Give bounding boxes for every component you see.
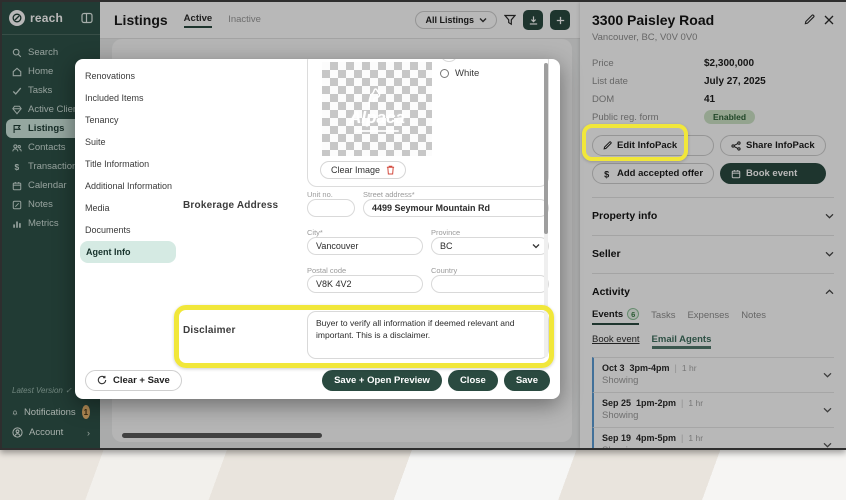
desktop-background: reach Search Home Tasks Active Client [0, 0, 846, 500]
chevron-down-icon [532, 243, 540, 249]
save-button[interactable]: Save [504, 370, 550, 391]
app-window: reach Search Home Tasks Active Client [0, 0, 846, 450]
clear-and-save-button[interactable]: Clear + Save [85, 370, 182, 391]
alpaca-watermark: Alpaca [322, 62, 432, 156]
radio-option-white[interactable]: White [440, 65, 491, 81]
postal-code-input[interactable] [307, 275, 423, 293]
menu-item-media[interactable]: Media [75, 197, 181, 219]
clear-image-button[interactable]: Clear Image [320, 161, 406, 179]
restore-icon [97, 375, 107, 385]
menu-item-agent-info[interactable]: Agent Info [80, 241, 176, 263]
logo-upload-group: Alpaca Transparent [307, 59, 549, 187]
modal-menu: Renovations Included Items Tenancy Suite… [75, 65, 181, 263]
close-button[interactable]: Close [448, 370, 498, 391]
radio-selected-icon [440, 59, 458, 61]
street-address-input[interactable] [363, 199, 549, 217]
highlight-disclaimer [174, 305, 554, 368]
highlight-edit-infopack [582, 124, 688, 161]
radio-option-transparent-clipped[interactable]: Transparent [440, 59, 491, 61]
menu-item-renovations[interactable]: Renovations [75, 65, 181, 87]
logo-preview: Alpaca [322, 62, 432, 156]
unit-no-input[interactable] [307, 199, 355, 217]
menu-item-suite[interactable]: Suite [75, 131, 181, 153]
alpaca-icon [364, 86, 390, 108]
logo-background-radios: Transparent White [440, 59, 491, 81]
save-open-preview-button[interactable]: Save + Open Preview [322, 370, 442, 391]
menu-item-additional-information[interactable]: Additional Information [75, 175, 181, 197]
menu-item-tenancy[interactable]: Tenancy [75, 109, 181, 131]
trash-icon [386, 165, 395, 175]
radio-unselected-icon [440, 69, 449, 78]
menu-item-title-information[interactable]: Title Information [75, 153, 181, 175]
brokerage-address-label: Brokerage Address [183, 200, 278, 211]
menu-item-documents[interactable]: Documents [75, 219, 181, 241]
city-input[interactable] [307, 237, 423, 255]
country-input[interactable] [431, 275, 549, 293]
menu-item-included-items[interactable]: Included Items [75, 87, 181, 109]
province-select[interactable]: BC [431, 237, 549, 255]
